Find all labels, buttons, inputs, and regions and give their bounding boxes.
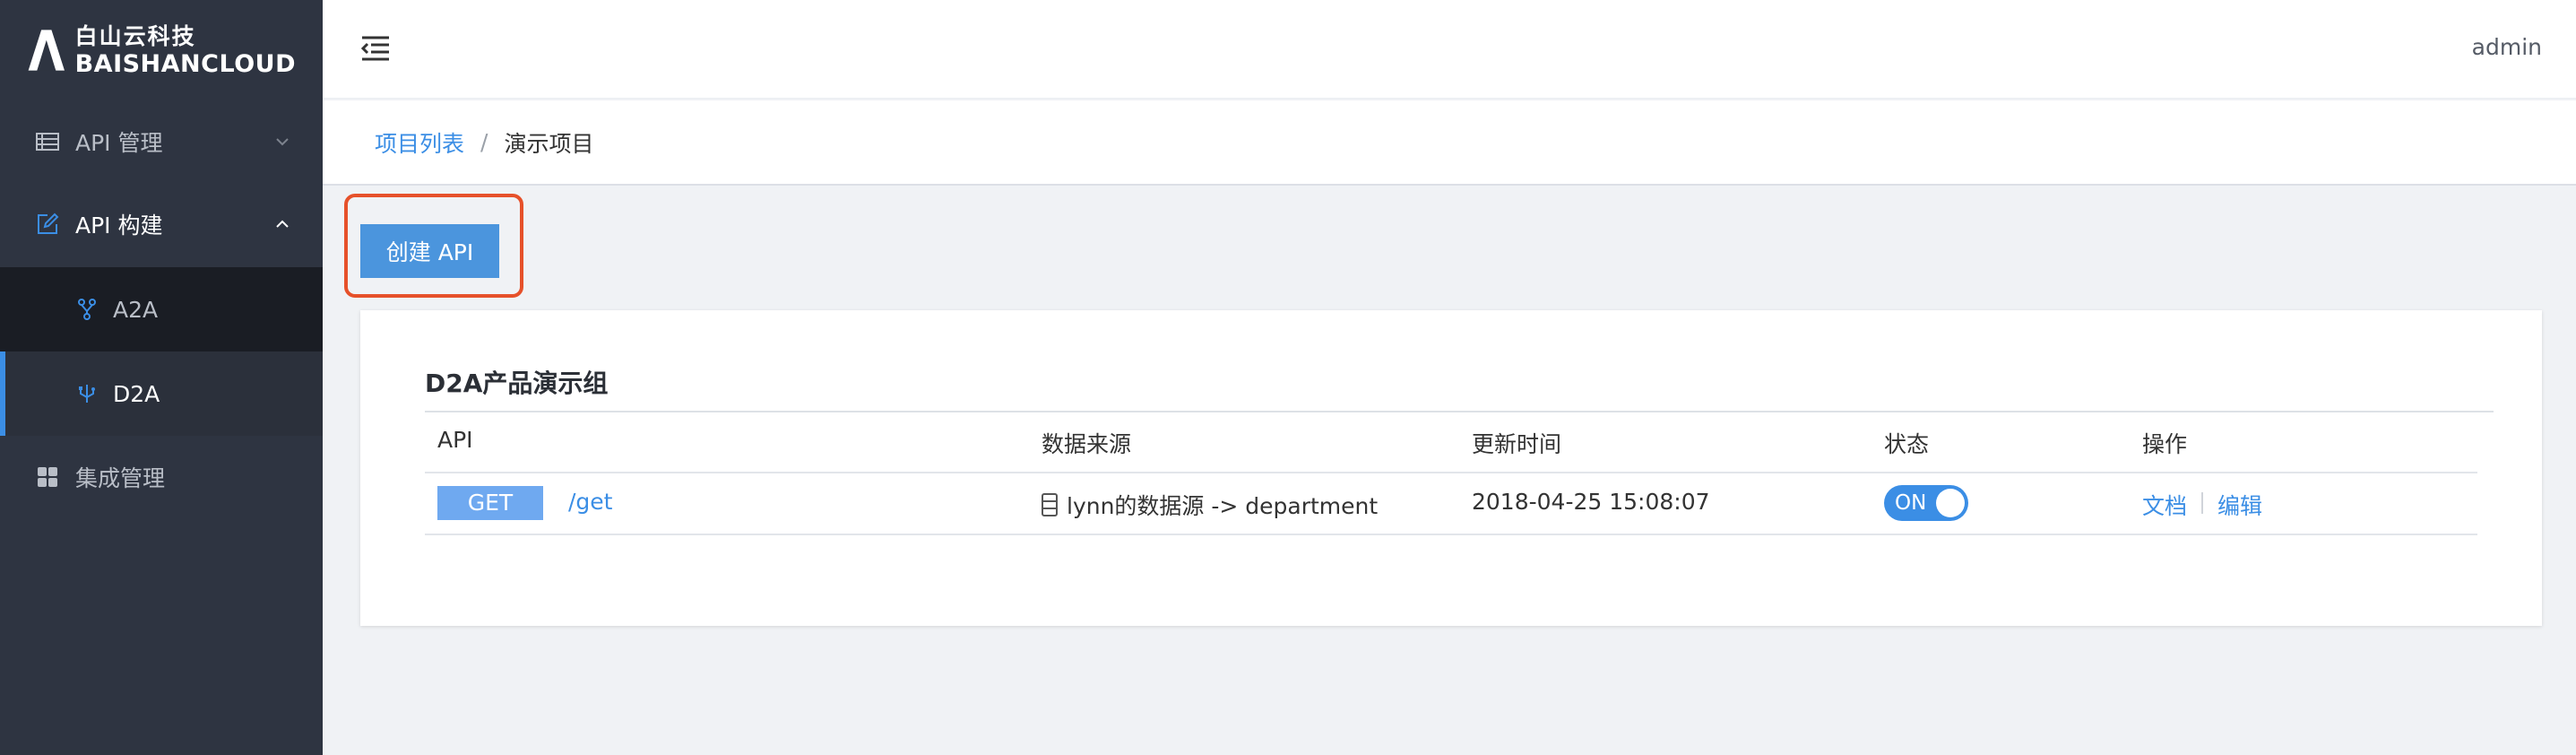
menu-collapse-icon[interactable] <box>360 35 391 62</box>
group-title: D2A产品演示组 <box>425 369 609 398</box>
sidebar-item-integration[interactable]: 集成管理 <box>0 436 323 518</box>
api-path-link[interactable]: /get <box>568 489 612 515</box>
sidebar-item-api-build[interactable]: API 构建 <box>0 183 323 265</box>
data-source-text: lynn的数据源 -> department <box>1067 493 1379 519</box>
api-group-card: D2A产品演示组 API 数据来源 更新时间 状态 操作 GET /get ly… <box>360 310 2542 626</box>
updated-time: 2018-04-25 15:08:07 <box>1472 489 1710 515</box>
brand-name-en: BAISHANCLOUD <box>74 49 296 78</box>
data-source: lynn的数据源 -> department <box>1042 489 1378 521</box>
sidebar-item-label: API 管理 <box>75 130 163 156</box>
divider <box>425 472 2477 473</box>
sidebar-item-api-management[interactable]: API 管理 <box>0 100 323 183</box>
status-toggle[interactable]: ON <box>1884 485 1968 521</box>
divider <box>425 411 2494 412</box>
sidebar-item-label: 集成管理 <box>75 465 166 491</box>
fork-icon <box>78 299 96 320</box>
database-icon <box>1042 493 1058 516</box>
top-bar: admin <box>323 0 2576 99</box>
edit-link[interactable]: 编辑 <box>2217 489 2262 521</box>
column-header-source: 数据来源 <box>1042 431 1132 457</box>
status-toggle-label: ON <box>1895 491 1927 515</box>
brand-mark-icon <box>28 30 65 71</box>
column-header-actions: 操作 <box>2142 431 2188 457</box>
breadcrumb: 项目列表 / 演示项目 <box>323 100 2576 186</box>
method-badge: GET <box>437 486 543 520</box>
brand-logo[interactable]: 白山云科技 BAISHANCLOUD <box>27 23 296 77</box>
doc-link[interactable]: 文档 <box>2142 489 2187 521</box>
grid-icon <box>38 467 57 487</box>
sidebar-subitem-label: D2A <box>113 380 160 407</box>
sidebar-subitem-a2a[interactable]: A2A <box>0 267 323 351</box>
divider <box>425 534 2477 535</box>
chevron-up-icon <box>276 220 289 228</box>
user-menu[interactable]: admin <box>2472 34 2542 60</box>
divider <box>2201 492 2203 514</box>
usb-icon <box>79 385 95 403</box>
list-icon <box>36 133 59 151</box>
app: 白山云科技 BAISHANCLOUD API 管理 API 构建 A2A D2A… <box>0 0 2576 755</box>
sidebar-item-label: API 构建 <box>75 213 163 239</box>
column-header-api: API <box>437 427 473 453</box>
column-header-status: 状态 <box>1884 431 1930 457</box>
sidebar-subitem-label: A2A <box>113 296 159 323</box>
create-api-button[interactable]: 创建 API <box>360 224 499 278</box>
breadcrumb-project-list[interactable]: 项目列表 <box>375 126 464 159</box>
chevron-down-icon <box>276 138 289 146</box>
breadcrumb-separator: / <box>480 129 488 155</box>
sidebar: 白山云科技 BAISHANCLOUD API 管理 API 构建 A2A D2A… <box>0 0 323 755</box>
breadcrumb-current: 演示项目 <box>504 130 594 157</box>
sidebar-subitem-d2a[interactable]: D2A <box>0 351 323 436</box>
edit-icon <box>38 213 59 234</box>
toggle-knob <box>1936 489 1965 517</box>
column-header-updated: 更新时间 <box>1472 431 1562 457</box>
brand-name-cn: 白山云科技 <box>74 22 196 49</box>
